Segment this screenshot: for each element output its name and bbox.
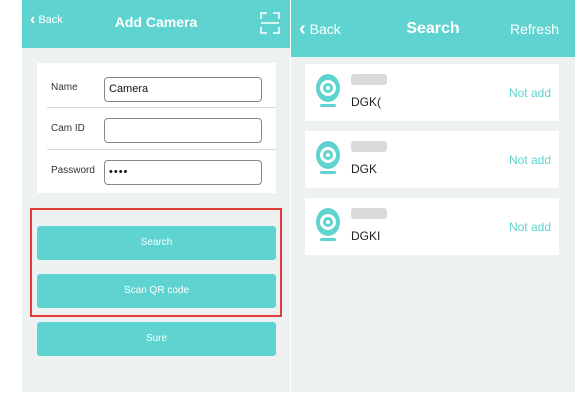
add-camera-screen: ‹ Back Add Camera Name Camera Cam ID Pas… bbox=[22, 0, 290, 392]
cam-id-label: Cam ID bbox=[51, 123, 85, 134]
camera-icon bbox=[316, 141, 340, 174]
device-id: DGK( bbox=[351, 95, 381, 109]
divider bbox=[47, 149, 276, 150]
status-label: Not add bbox=[508, 220, 551, 234]
password-field[interactable]: •••• bbox=[104, 160, 262, 185]
qr-scan-icon[interactable] bbox=[260, 12, 280, 34]
add-camera-header: ‹ Back Add Camera bbox=[22, 0, 290, 48]
name-field[interactable]: Camera bbox=[104, 77, 262, 102]
cam-id-row: Cam ID bbox=[37, 109, 276, 149]
camera-form: Name Camera Cam ID Password •••• bbox=[37, 63, 276, 193]
camera-icon bbox=[316, 208, 340, 241]
status-label: Not add bbox=[508, 153, 551, 167]
password-row: Password •••• bbox=[37, 151, 276, 191]
device-id: DGKI bbox=[351, 229, 381, 243]
device-name-redacted bbox=[351, 141, 387, 152]
sure-button[interactable]: Sure bbox=[37, 322, 276, 356]
status-label: Not add bbox=[508, 86, 551, 100]
list-item[interactable]: DGKI Not add bbox=[305, 198, 559, 255]
device-id: DGK bbox=[351, 162, 378, 176]
device-name-redacted bbox=[351, 74, 387, 85]
device-name-redacted bbox=[351, 208, 387, 219]
name-label: Name bbox=[51, 82, 78, 93]
list-item[interactable]: DGK( Not add bbox=[305, 64, 559, 121]
cam-id-field[interactable] bbox=[104, 118, 262, 143]
page-title: Add Camera bbox=[114, 14, 198, 30]
divider bbox=[47, 107, 276, 108]
list-item[interactable]: DGK Not add bbox=[305, 131, 559, 188]
highlight-box bbox=[30, 208, 282, 317]
refresh-button[interactable]: Refresh bbox=[510, 21, 559, 37]
search-screen: ‹ Back Search Refresh DGK( Not add DGK N… bbox=[291, 0, 575, 392]
password-label: Password bbox=[51, 165, 95, 176]
name-row: Name Camera bbox=[37, 68, 276, 108]
camera-icon bbox=[316, 74, 340, 107]
search-header: ‹ Back Search Refresh bbox=[291, 0, 575, 57]
